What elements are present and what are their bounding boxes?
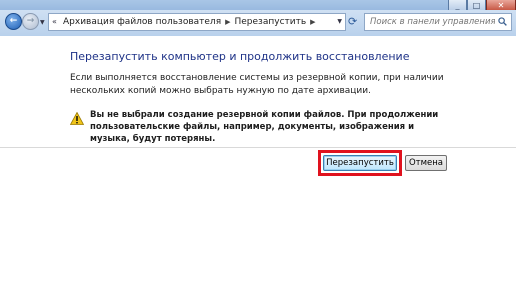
search-box[interactable] [364, 13, 512, 31]
refresh-icon[interactable]: ⟳ [348, 16, 357, 27]
warning-icon [70, 112, 84, 125]
search-icon[interactable] [498, 17, 507, 26]
main-content: Перезапустить компьютер и продолжить вос… [0, 36, 516, 290]
breadcrumb-overflow-icon[interactable]: « [52, 17, 57, 26]
address-bar[interactable]: « Архивация файлов пользователя ▶ Переза… [48, 13, 346, 31]
breadcrumb-separator-icon[interactable]: ▶ [225, 18, 230, 26]
divider [0, 147, 516, 148]
forward-button[interactable]: → [22, 13, 39, 30]
restart-button[interactable]: Перезапустить [323, 155, 397, 171]
breadcrumb-item[interactable]: Перезапустить [235, 17, 307, 27]
description-text: Если выполняется восстановление системы … [70, 73, 444, 96]
cancel-button[interactable]: Отмена [405, 155, 447, 171]
page-title: Перезапустить компьютер и продолжить вос… [70, 50, 410, 63]
search-input[interactable] [370, 17, 495, 27]
address-dropdown-icon[interactable]: ▼ [337, 18, 342, 25]
warning-text: Вы не выбрали создание резервной копии ф… [90, 110, 439, 144]
back-button[interactable]: ← [5, 13, 22, 30]
breadcrumb-item[interactable]: Архивация файлов пользователя [63, 17, 221, 27]
breadcrumb-separator-icon[interactable]: ▶ [310, 18, 315, 26]
navigation-bar: ← → ▼ « Архивация файлов пользователя ▶ … [0, 10, 516, 36]
history-dropdown-icon[interactable]: ▼ [40, 19, 45, 26]
